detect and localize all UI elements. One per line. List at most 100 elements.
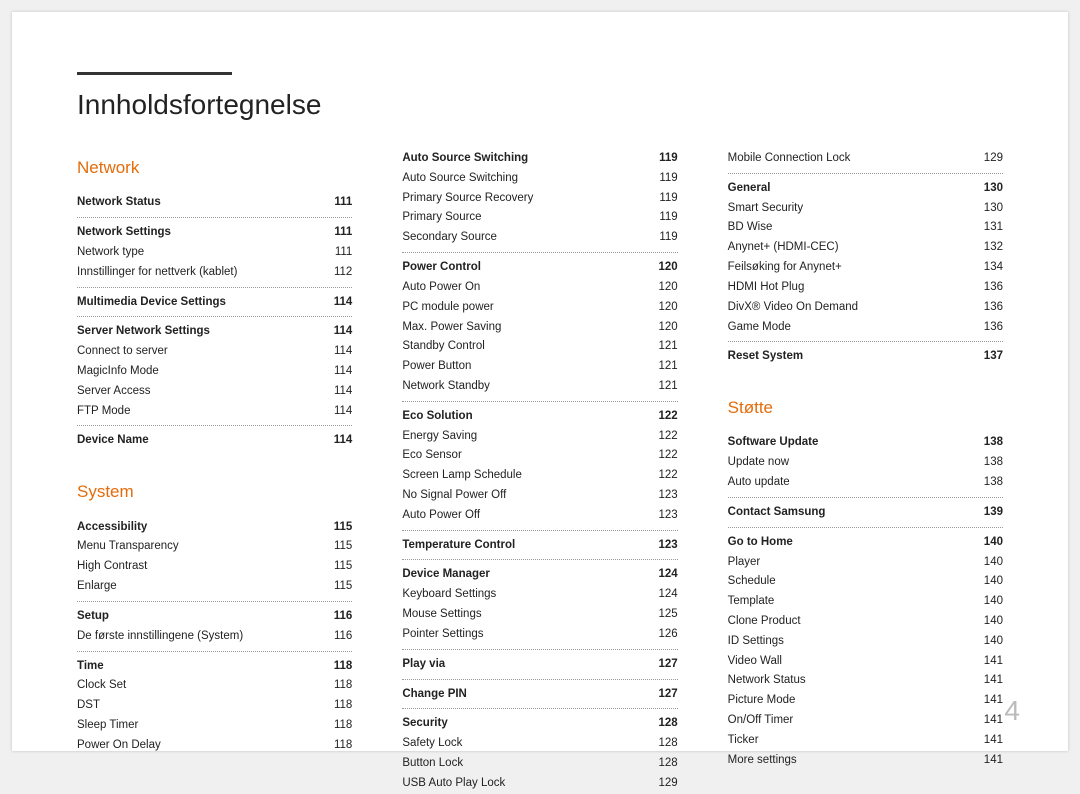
toc-label: Network type: [77, 244, 327, 262]
toc-label: Standby Control: [402, 338, 650, 356]
toc-page: 140: [976, 573, 1003, 591]
toc-label: Button Lock: [402, 755, 650, 773]
toc-row: Play via127: [402, 655, 677, 675]
page-title: Innholdsfortegnelse: [77, 89, 1003, 121]
toc-row: Innstillinger for nettverk (kablet)112: [77, 263, 352, 283]
toc-row: Server Network Settings114: [77, 322, 352, 342]
section-stotte: Støtte: [728, 395, 1003, 421]
toc-page: 138: [976, 474, 1003, 492]
toc-label: De første innstillingene (System): [77, 628, 326, 646]
toc-row: Mobile Connection Lock129: [728, 149, 1003, 169]
toc-page: 118: [326, 697, 352, 715]
toc-label: Device Manager: [402, 566, 650, 584]
toc-page: 120: [650, 279, 677, 297]
toc-label: Network Standby: [402, 378, 650, 396]
toc-row: Mouse Settings125: [402, 605, 677, 625]
toc-page: 134: [976, 259, 1003, 277]
toc-label: DST: [77, 697, 326, 715]
toc-page: 128: [650, 715, 677, 733]
toc-row: Server Access114: [77, 382, 352, 402]
col3-block1: Mobile Connection Lock129General130Smart…: [728, 149, 1003, 367]
section-system: System: [77, 479, 352, 505]
toc-row: Auto Source Switching119: [402, 169, 677, 189]
toc-label: Reset System: [728, 348, 976, 366]
toc-row: Network Status111: [77, 193, 352, 213]
toc-page: 141: [976, 732, 1003, 750]
toc-row: Network type111: [77, 243, 352, 263]
divider: [402, 679, 677, 680]
divider: [77, 287, 352, 288]
divider: [77, 217, 352, 218]
toc-page: 124: [650, 586, 677, 604]
toc-row: Update now138: [728, 453, 1003, 473]
toc-row: Auto Source Switching119: [402, 149, 677, 169]
toc-page: 111: [326, 224, 352, 242]
toc-row: No Signal Power Off123: [402, 486, 677, 506]
toc-row: Primary Source Recovery119: [402, 189, 677, 209]
toc-row: Max. Power Saving120: [402, 318, 677, 338]
col2-block: Auto Source Switching119Auto Source Swit…: [402, 149, 677, 794]
toc-label: Pointer Settings: [402, 626, 650, 644]
toc-page: 116: [326, 628, 352, 646]
toc-row: Auto update138: [728, 473, 1003, 493]
divider: [402, 708, 677, 709]
toc-label: USB Auto Play Lock: [402, 775, 650, 793]
toc-label: FTP Mode: [77, 403, 326, 421]
toc-label: Change PIN: [402, 686, 650, 704]
toc-page: 114: [326, 323, 353, 341]
toc-label: Energy Saving: [402, 428, 650, 446]
toc-page: 126: [650, 626, 677, 644]
toc-label: Schedule: [728, 573, 976, 591]
toc-label: High Contrast: [77, 558, 326, 576]
toc-row: FTP Mode114: [77, 402, 352, 422]
toc-label: Sleep Timer: [77, 717, 326, 735]
toc-label: Menu Transparency: [77, 538, 326, 556]
divider: [728, 497, 1003, 498]
toc-label: Network Status: [728, 672, 976, 690]
toc-page: 122: [650, 447, 677, 465]
toc-row: Auto Power On120: [402, 278, 677, 298]
toc-row: Clock Set118: [77, 676, 352, 696]
toc-page: 120: [650, 259, 677, 277]
toc-page: 114: [326, 294, 353, 312]
toc-row: Eco Solution122: [402, 407, 677, 427]
toc-row: Setup116: [77, 607, 352, 627]
toc-page: 128: [650, 735, 677, 753]
toc-page: 116: [326, 608, 353, 626]
toc-label: Contact Samsung: [728, 504, 976, 522]
toc-row: Menu Transparency115: [77, 537, 352, 557]
toc-label: Feilsøking for Anynet+: [728, 259, 976, 277]
toc-row: Multimedia Device Settings114: [77, 293, 352, 313]
toc-label: Power On Delay: [77, 737, 326, 755]
toc-page: 114: [326, 343, 352, 361]
toc-label: Accessibility: [77, 519, 326, 537]
toc-page: 112: [326, 264, 352, 282]
toc-page: 118: [326, 658, 353, 676]
divider: [728, 173, 1003, 174]
toc-label: Time: [77, 658, 326, 676]
toc-page: 130: [976, 200, 1003, 218]
toc-label: Server Access: [77, 383, 326, 401]
toc-row: Power Control120: [402, 258, 677, 278]
toc-label: Temperature Control: [402, 537, 650, 555]
toc-row: Eco Sensor122: [402, 446, 677, 466]
toc-label: Eco Sensor: [402, 447, 650, 465]
toc-label: Multimedia Device Settings: [77, 294, 326, 312]
toc-label: Auto Power On: [402, 279, 650, 297]
toc-page: 121: [650, 378, 677, 396]
toc-page: 136: [976, 299, 1003, 317]
toc-row: Screen Lamp Schedule122: [402, 466, 677, 486]
toc-label: Innstillinger for nettverk (kablet): [77, 264, 326, 282]
toc-page: 123: [650, 487, 677, 505]
toc-page: 124: [650, 566, 677, 584]
toc-row: Change PIN127: [402, 685, 677, 705]
toc-label: Primary Source Recovery: [402, 190, 651, 208]
toc-row: Primary Source119: [402, 208, 677, 228]
toc-label: Screen Lamp Schedule: [402, 467, 650, 485]
toc-page: 138: [976, 434, 1003, 452]
toc-row: Connect to server114: [77, 342, 352, 362]
toc-page: 111: [326, 194, 352, 212]
divider: [728, 527, 1003, 528]
toc-page: 115: [326, 578, 352, 596]
toc-label: Enlarge: [77, 578, 326, 596]
